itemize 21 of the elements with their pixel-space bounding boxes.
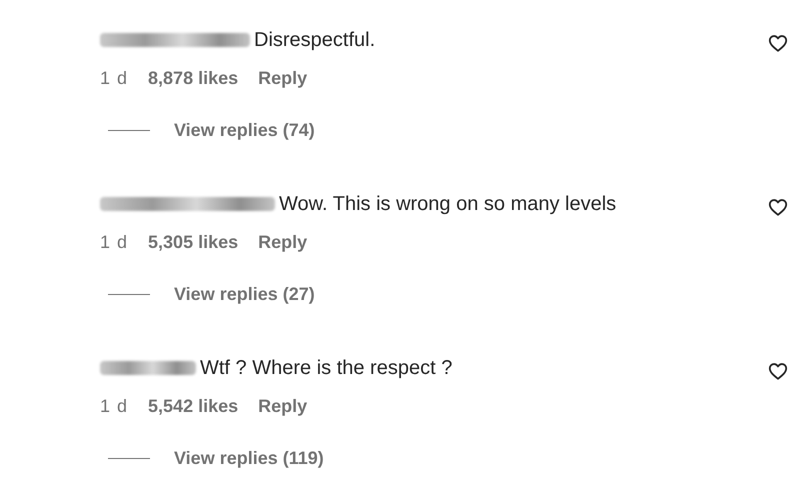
likes-count[interactable]: 8,878 likes	[148, 68, 238, 88]
heart-icon[interactable]	[768, 34, 788, 52]
likes-count[interactable]: 5,305 likes	[148, 232, 238, 252]
likes-count[interactable]: 5,542 likes	[148, 396, 238, 416]
comment-time: 1 d	[100, 68, 128, 88]
reply-link[interactable]: Reply	[258, 68, 308, 88]
comment-time: 1 d	[100, 396, 128, 416]
reply-link[interactable]: Reply	[258, 396, 308, 416]
comment-time: 1 d	[100, 232, 128, 252]
view-replies-link[interactable]: View replies (27)	[174, 284, 315, 305]
comment-text: Wow. This is wrong on so many levels	[279, 192, 616, 216]
comment-text: Wtf ? Where is the respect ?	[200, 356, 452, 380]
comment-text: Disrespectful.	[254, 28, 376, 52]
reply-line	[108, 130, 150, 131]
view-replies-link[interactable]: View replies (74)	[174, 120, 315, 141]
reply-line	[108, 294, 150, 295]
reply-link[interactable]: Reply	[258, 232, 308, 252]
view-replies-link[interactable]: View replies (119)	[174, 448, 324, 469]
heart-icon[interactable]	[768, 362, 788, 380]
reply-line	[108, 458, 150, 459]
heart-icon[interactable]	[768, 198, 788, 216]
